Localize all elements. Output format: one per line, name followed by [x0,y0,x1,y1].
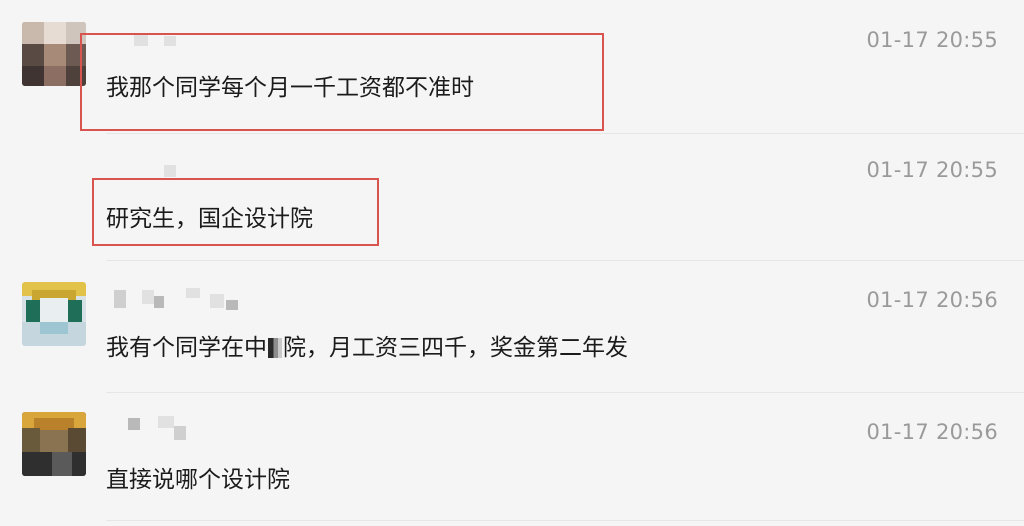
message-divider [106,520,1024,521]
message-text: 直接说哪个设计院 [106,467,290,493]
message-text-part: 院，月工资三四千，奖金第二年发 [283,335,628,361]
message-timestamp: 01-17 20:55 [866,28,998,52]
message-text: 我那个同学每个月一千工资都不准时 [106,75,474,101]
username-redacted [106,286,246,320]
message-divider [106,260,1024,261]
message-timestamp: 01-17 20:56 [866,288,998,312]
user-avatar-icon[interactable] [22,282,86,346]
chat-message: 01-17 20:56 我有个同学在中 院，月工资三四千，奖金第二年发 [0,262,1024,392]
message-text: 研究生，国企设计院 [106,206,313,232]
redacted-mark [268,338,282,358]
message-timestamp: 01-17 20:56 [866,420,998,444]
message-text: 我有个同学在中 院，月工资三四千，奖金第二年发 [106,328,628,362]
chat-message: 01-17 20:55 研究生，国企设计院 [0,135,1024,260]
message-divider [106,133,1024,134]
chat-message: 01-17 20:56 直接说哪个设计院 [0,394,1024,526]
chat-list: 01-17 20:55 我那个同学每个月一千工资都不准时 01-17 20:55… [0,0,1024,526]
chat-message: 01-17 20:55 我那个同学每个月一千工资都不准时 [0,0,1024,135]
message-timestamp: 01-17 20:55 [866,158,998,182]
message-divider [106,392,1024,393]
username-redacted [106,416,206,450]
message-text-part: 我有个同学在中 [106,335,267,361]
user-avatar-icon[interactable] [22,412,86,476]
user-avatar-icon[interactable] [22,22,86,86]
